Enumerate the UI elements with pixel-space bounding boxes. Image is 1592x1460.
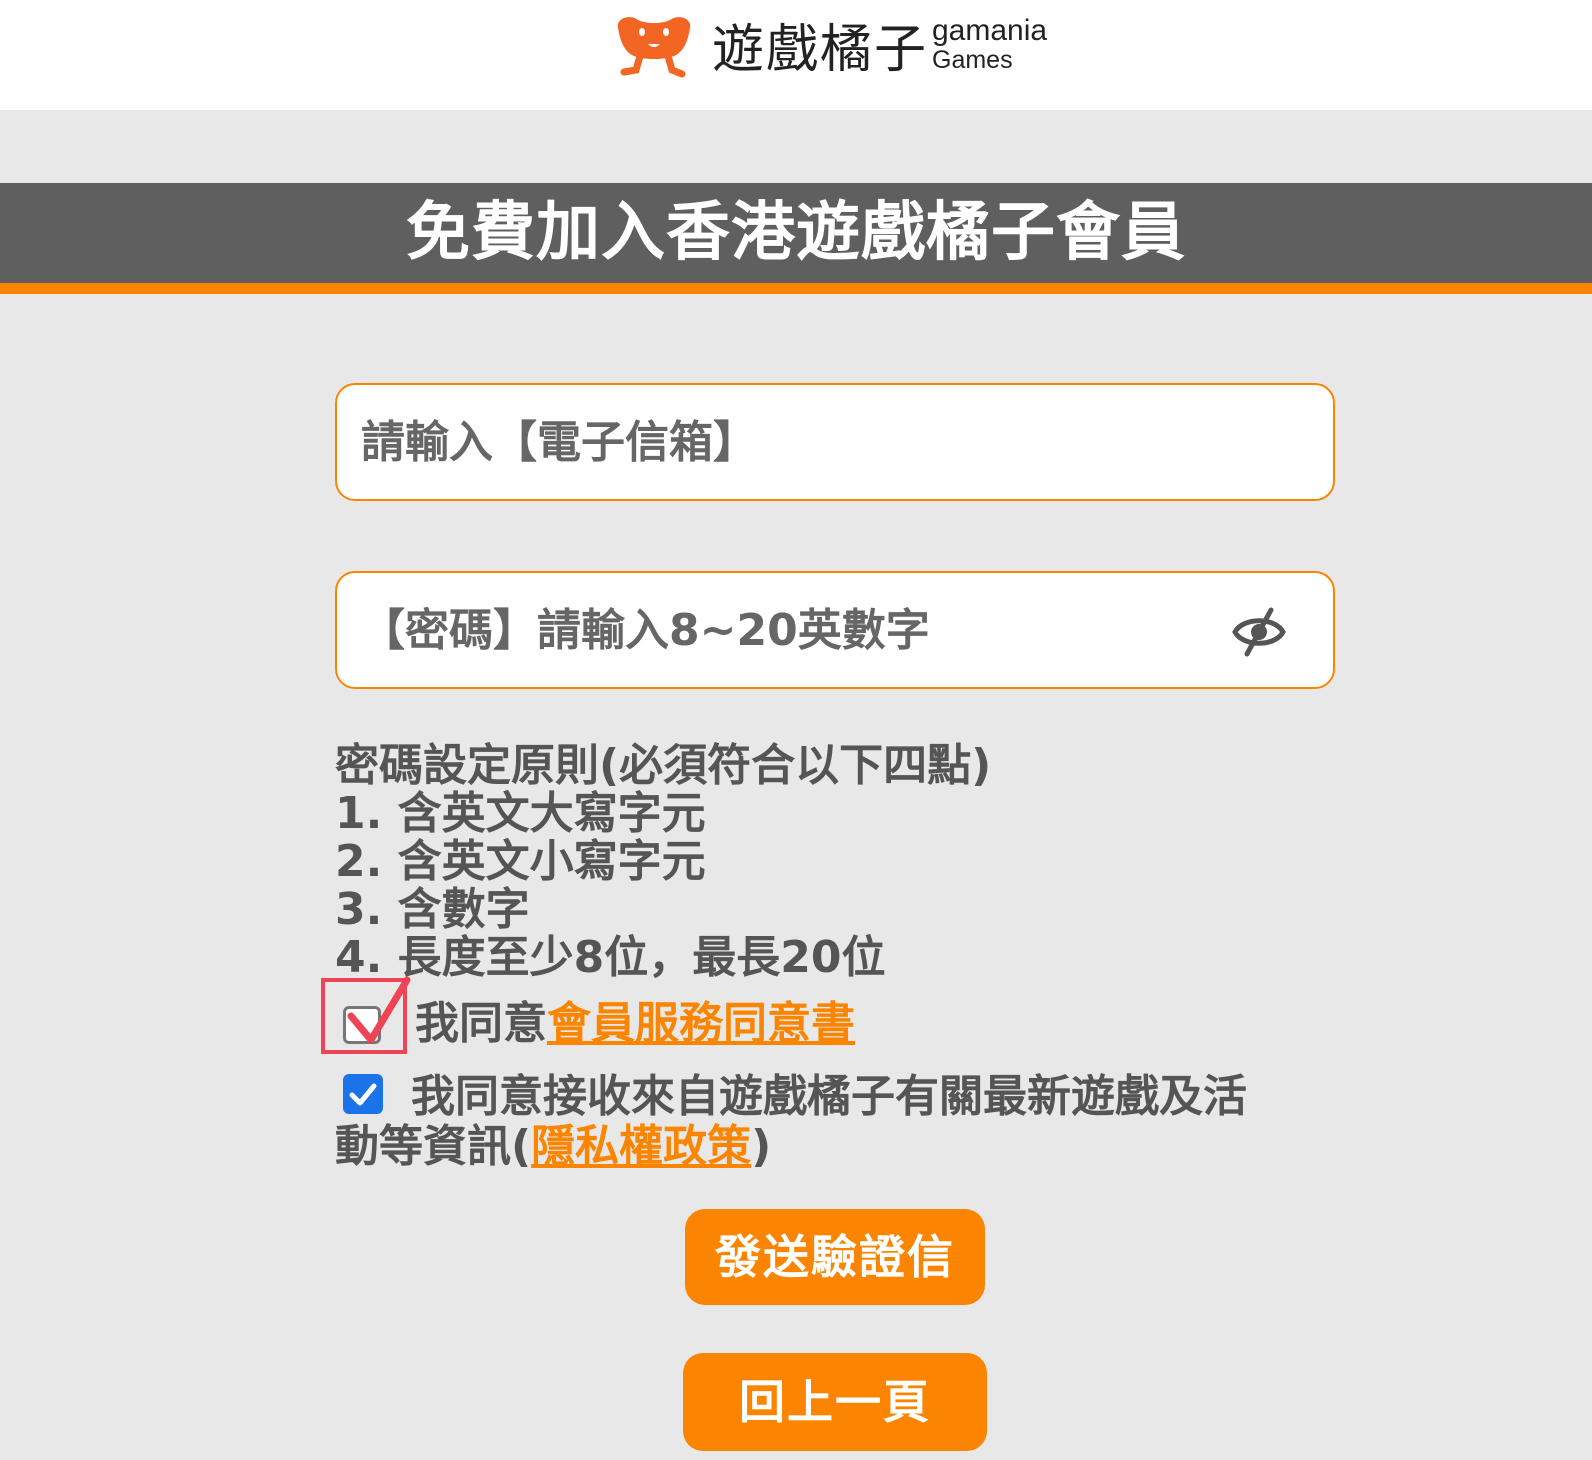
terms-agreement-text: 我同意會員服務同意書 xyxy=(415,996,855,1052)
logo-chinese-text: 遊戲橘子 xyxy=(712,20,929,80)
password-rule-item: 2. 含英文小寫字元 xyxy=(335,836,706,887)
email-input[interactable] xyxy=(361,385,1221,499)
password-rule-item: 4. 長度至少8位，最長20位 xyxy=(335,932,886,983)
member-service-agreement-link[interactable]: 會員服務同意書 xyxy=(547,998,855,1049)
gamania-logo[interactable]: 遊戲橘子 gamania Games xyxy=(612,14,1052,84)
marketing-consent-checkbox[interactable] xyxy=(343,1074,383,1114)
logo-english-line2: Games xyxy=(932,46,1013,74)
top-bar: 遊戲橘子 gamania Games xyxy=(0,0,1592,110)
email-field-container xyxy=(335,383,1335,501)
title-band: 免費加入香港遊戲橘子會員 xyxy=(0,183,1592,294)
marketing-consent-text-line2: 動等資訊(隱私權政策) xyxy=(335,1122,771,1172)
marketing-consent-suffix: ) xyxy=(751,1121,772,1172)
highlight-box xyxy=(321,978,407,1054)
privacy-policy-link[interactable]: 隱私權政策 xyxy=(531,1121,751,1172)
back-button[interactable]: 回上一頁 xyxy=(683,1353,987,1451)
password-field-container xyxy=(335,571,1335,689)
marketing-consent-prefix: 動等資訊( xyxy=(335,1121,532,1172)
password-rule-item: 1. 含英文大寫字元 xyxy=(335,788,706,839)
send-verification-button[interactable]: 發送驗證信 xyxy=(685,1209,985,1305)
password-rule-item: 3. 含數字 xyxy=(335,884,530,935)
logo-english-line1: gamania xyxy=(932,14,1048,47)
terms-agreement-prefix: 我同意 xyxy=(415,998,547,1049)
marketing-consent-text-line1: 我同意接收來自遊戲橘子有關最新遊戲及活 xyxy=(411,1071,1247,1122)
password-rules: 密碼設定原則(必須符合以下四點) 1. 含英文大寫字元 2. 含英文小寫字元 3… xyxy=(335,742,1335,982)
terms-agreement-row: 我同意會員服務同意書 xyxy=(321,976,1335,1062)
page-title: 免費加入香港遊戲橘子會員 xyxy=(406,196,1186,270)
password-rules-heading: 密碼設定原則(必須符合以下四點) xyxy=(335,740,992,791)
eye-slash-icon[interactable] xyxy=(1231,607,1287,657)
password-input[interactable] xyxy=(361,573,1221,687)
orange-mascot-icon xyxy=(617,17,691,78)
